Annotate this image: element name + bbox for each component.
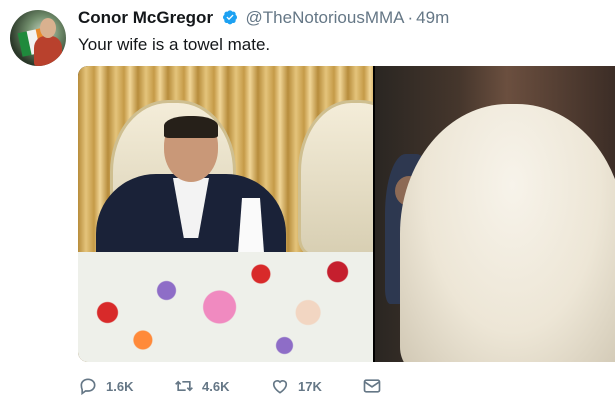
chair-right [298, 100, 373, 256]
like-button[interactable]: 17K [270, 373, 322, 399]
tweet-text: Your wife is a towel mate. [78, 35, 271, 54]
media-photo-left[interactable] [78, 66, 373, 362]
header-separator: · [407, 8, 414, 27]
tweet-header: Conor McGregor @TheNotoriousMMA · 49m [78, 8, 449, 28]
reply-button[interactable]: 1.6K [78, 373, 133, 399]
man-hair [164, 116, 218, 138]
author-handle[interactable]: @TheNotoriousMMA [246, 8, 405, 27]
heart-icon [272, 380, 288, 394]
media-photo-right[interactable] [375, 66, 615, 362]
white-veil [400, 104, 615, 362]
reply-count: 1.6K [106, 378, 134, 394]
retweet-button[interactable]: 4.6K [174, 373, 229, 399]
like-count: 17K [298, 378, 322, 394]
retweet-icon [175, 380, 193, 392]
retweet-count: 4.6K [202, 378, 230, 394]
envelope-icon [363, 379, 381, 393]
reply-icon [80, 378, 96, 396]
avatar-figure-head [40, 18, 56, 38]
direct-message-button[interactable] [362, 373, 390, 399]
tweet-actions: 1.6K 4.6K 17K [78, 373, 408, 399]
avatar[interactable] [10, 10, 66, 66]
tweet-media[interactable] [78, 66, 615, 362]
verified-badge-icon [222, 10, 237, 25]
tweet-timestamp[interactable]: 49m [416, 8, 449, 27]
author-name[interactable]: Conor McGregor [78, 8, 213, 27]
flower-arrangement [78, 252, 373, 362]
avatar-figure-body [34, 36, 62, 66]
